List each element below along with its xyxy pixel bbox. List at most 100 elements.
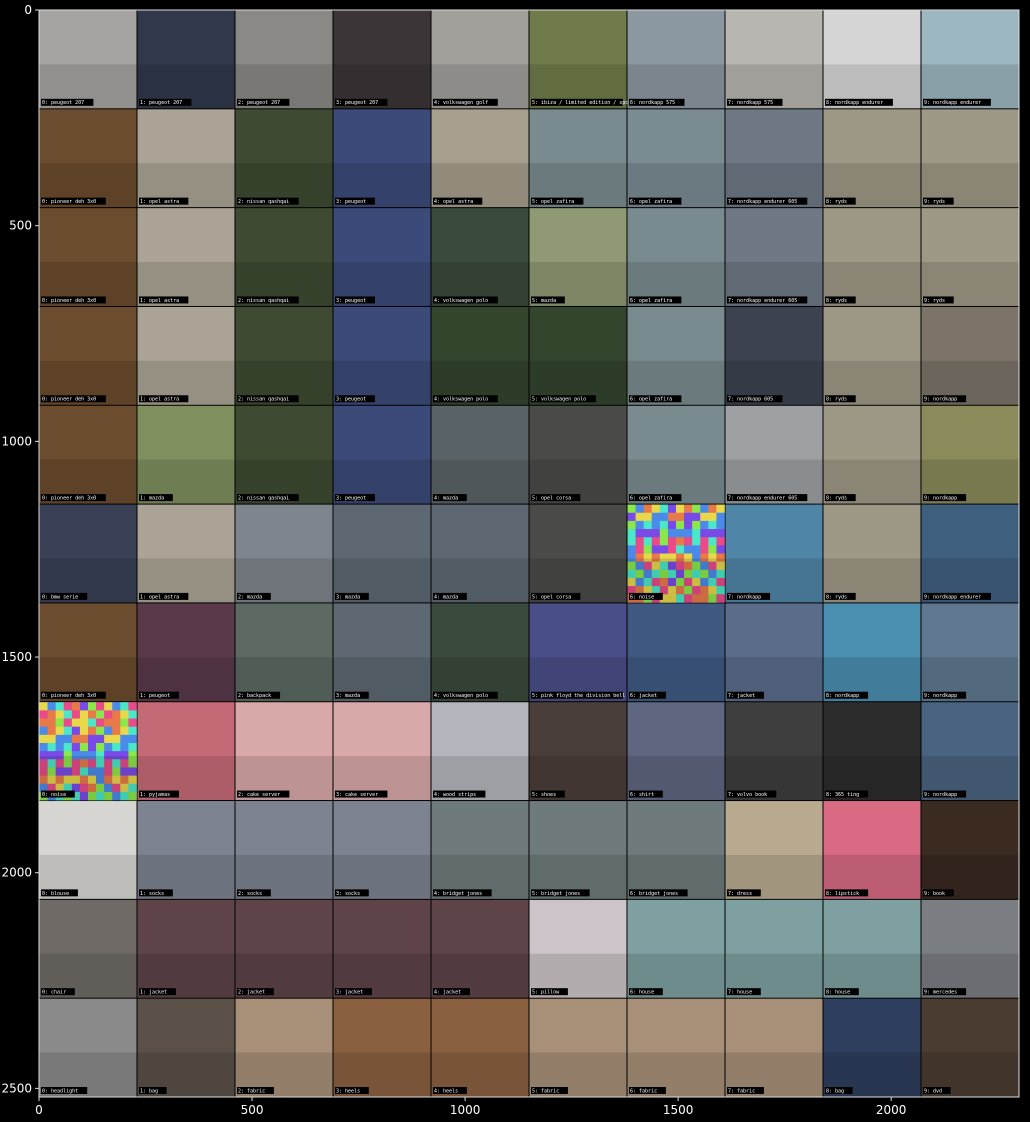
noise-cell [47,734,56,744]
noise-cell [635,545,644,554]
image-grid-plot: 0: peugeot 207 1: peugeot 207 2: peugeot 2… [0,0,1030,1122]
tile-caption: 0: pioneer deh 3x0 [42,495,96,501]
tile-caption: 5: mazda [532,298,556,304]
tile-caption: 9: dvd [924,1088,942,1094]
image-tile: 5: shoes [529,702,627,801]
image-tile: 9: nordkapp [921,603,1019,702]
noise-cell [659,529,669,538]
tile-caption: 0: peugeot 207 [42,100,84,106]
noise-cell [667,537,677,546]
image-tile: 8: ryds [823,504,921,603]
noise-cell [708,537,717,546]
noise-cell [676,537,685,546]
y-tick-label: 2000 [1,866,32,880]
tile-caption: 1: peugeot 207 [140,100,182,106]
image-tile: 0: bmw serie [39,504,137,603]
tile-caption: 9: book [924,891,945,897]
tile-caption: 0: chair [42,990,66,996]
tile-caption: 4: wood strips [434,792,476,798]
noise-cell [39,718,48,727]
noise-cell [667,504,677,514]
noise-cell [684,545,693,554]
x-tick-label: 1000 [450,1103,481,1117]
image-tile: 9: nordkapp [921,306,1019,405]
noise-cell [63,702,73,711]
noise-cell [55,718,65,727]
image-tile: 1: peugeot [137,603,235,702]
noise-cell [96,734,105,744]
noise-cell [643,504,653,514]
tile-caption: 3: peugeot [336,199,366,205]
tile-caption: 3: heels [336,1088,360,1094]
tile-caption: 0: blouse [42,891,69,897]
tile-caption: 8: lipstick [826,891,859,897]
noise-cell [627,520,636,530]
image-tile: 4: volkswagen polo [431,208,529,306]
noise-cell [659,512,669,522]
image-tile: 4: mazda [431,405,529,504]
noise-cell [71,702,81,711]
tile-caption: 5: shoes [532,792,556,798]
noise-cell [659,537,669,546]
noise-cell [71,726,81,736]
noise-cell [63,710,73,719]
noise-cell [120,702,129,711]
image-tile: 7: nordkapp endurer 605 [725,109,823,208]
image-tile: 8: ryds [823,208,921,306]
image-tile: 1: bag [137,998,235,1097]
tile-caption: 4: mazda [434,594,458,600]
tile-caption: 9: nordkapp [924,397,957,403]
image-tile: 5: opel corsa [529,405,627,504]
noise-cell [63,742,73,752]
noise-cell [684,504,693,514]
noise-cell [659,504,669,514]
tile-caption: 7: nordkapp 575 [728,100,773,106]
noise-cell [128,742,137,752]
tile-caption: 2: nissan qashqai [238,199,289,205]
image-tile: 1: socks [137,801,235,899]
tile-caption: 2: nissan qashqai [238,298,289,304]
noise-cell [47,742,56,752]
image-tile: 9: nordkapp endurer [921,504,1019,603]
noise-cell [120,742,129,752]
noise-cell [128,710,137,719]
noise-cell [63,718,73,727]
tile-caption: 0: noise [42,792,66,798]
tile-caption: 8: ryds [826,298,847,304]
noise-cell [700,504,709,514]
image-tile: 0: peugeot 207 [39,10,137,109]
tile-caption: 5: pink floyd the division bell [532,693,625,699]
image-tile: 0: pioneer deh 3x0 [39,109,137,208]
x-tick-label: 500 [241,1103,264,1117]
image-tile: 2: mazda [235,504,333,603]
image-tile: 3: peugeot [333,109,431,208]
image-tile: 3: peugeot 207 [333,10,431,109]
noise-cell [39,702,48,711]
tile-caption: 3: cake server [336,792,378,798]
noise-cell [667,512,677,522]
image-tile: 5: opel corsa [529,504,627,603]
image-tile: 3: peugeot [333,306,431,405]
noise-cell [96,718,105,727]
tile-caption: 6: bridget jones [630,891,678,897]
image-tile: 4: volkswagen polo [431,306,529,405]
image-tile: 6: opel zafira [627,306,725,405]
noise-cell [635,529,644,538]
image-tile: 1: opel astra [137,306,235,405]
noise-cell [96,702,105,711]
noise-cell [692,504,701,514]
image-tile: 7: nordkapp endurer 605 [725,208,823,306]
image-tile: 2: cake server [235,702,333,801]
noise-cell [692,537,701,546]
noise-cell [700,529,709,538]
noise-cell [96,726,105,736]
image-tile: 6: bridget jones [627,801,725,899]
tile-caption: 1: bag [140,1088,158,1094]
image-tile: 2: nissan qashqai [235,208,333,306]
noise-cell [692,520,701,530]
noise-cell [112,734,121,744]
noise-cell [708,504,717,514]
noise-cell [88,726,97,736]
noise-cell [120,718,129,727]
image-tile: 2: socks [235,801,333,899]
